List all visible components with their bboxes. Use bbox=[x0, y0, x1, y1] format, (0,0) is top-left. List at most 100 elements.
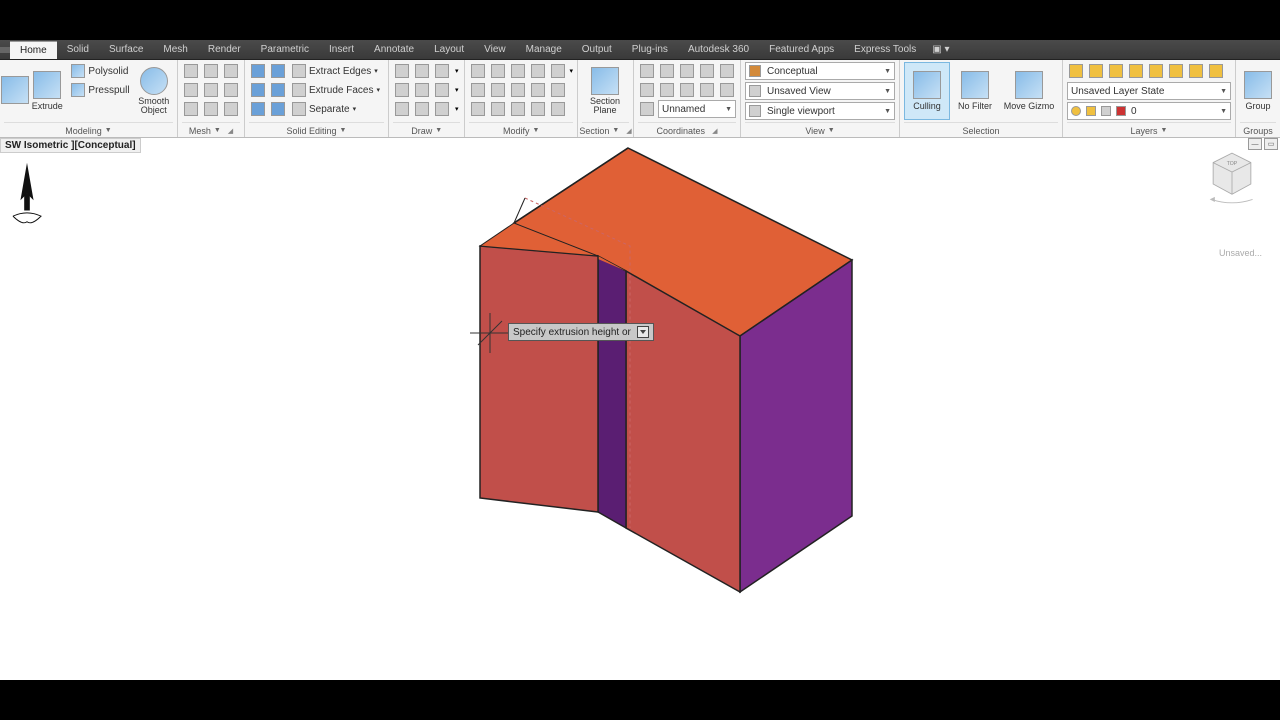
dynamic-input-options-icon[interactable] bbox=[637, 326, 649, 338]
lay-b7[interactable] bbox=[1187, 63, 1205, 79]
mesh-btn-6[interactable] bbox=[222, 82, 240, 98]
mod-b5[interactable] bbox=[549, 63, 567, 79]
panel-draw-label[interactable]: Draw▼ bbox=[393, 122, 461, 137]
poly-btn[interactable] bbox=[393, 101, 411, 117]
lay-b6[interactable] bbox=[1167, 63, 1185, 79]
viewport-dropdown[interactable]: Single viewport▼ bbox=[745, 102, 895, 120]
tab-a360[interactable]: Autodesk 360 bbox=[678, 41, 759, 58]
viewcube[interactable]: TOP bbox=[1202, 148, 1262, 208]
ucs-b11[interactable] bbox=[638, 101, 656, 117]
stretch-btn[interactable] bbox=[469, 101, 487, 117]
lay-b3[interactable] bbox=[1107, 63, 1125, 79]
ucs-b7[interactable] bbox=[658, 82, 676, 98]
layer-dropdown[interactable]: 0 ▼ bbox=[1067, 102, 1231, 120]
panel-modeling-label[interactable]: Modeling▼ bbox=[4, 122, 173, 137]
hatch-btn[interactable] bbox=[433, 101, 451, 117]
mirror-btn[interactable] bbox=[489, 82, 507, 98]
mesh-btn-3[interactable] bbox=[222, 63, 240, 79]
tab-layout[interactable]: Layout bbox=[424, 41, 474, 58]
mesh-btn-1[interactable] bbox=[182, 63, 200, 79]
se-b6[interactable] bbox=[269, 101, 287, 117]
ucs-b4[interactable] bbox=[698, 63, 716, 79]
array-btn[interactable] bbox=[509, 101, 527, 117]
panel-mesh-label[interactable]: Mesh▼◢ bbox=[182, 122, 240, 137]
section-plane-button[interactable]: Section Plane bbox=[582, 62, 628, 120]
app-menu-stub[interactable] bbox=[0, 47, 10, 53]
ellipse-btn[interactable] bbox=[433, 82, 451, 98]
mesh-btn-8[interactable] bbox=[202, 101, 220, 117]
layer-state-dropdown[interactable]: Unsaved Layer State▼ bbox=[1067, 82, 1231, 100]
tab-insert[interactable]: Insert bbox=[319, 41, 364, 58]
tab-mesh[interactable]: Mesh bbox=[153, 41, 197, 58]
pline-btn[interactable] bbox=[413, 63, 431, 79]
copy-btn[interactable] bbox=[469, 82, 487, 98]
move-gizmo-button[interactable]: Move Gizmo bbox=[1000, 62, 1058, 120]
tab-surface[interactable]: Surface bbox=[99, 41, 153, 58]
culling-button[interactable]: Culling bbox=[904, 62, 950, 120]
tab-solid[interactable]: Solid bbox=[57, 41, 99, 58]
tab-manage[interactable]: Manage bbox=[516, 41, 572, 58]
ucs-name-dropdown[interactable]: Unnamed▼ bbox=[658, 100, 736, 118]
tab-annotate[interactable]: Annotate bbox=[364, 41, 424, 58]
lay-b2[interactable] bbox=[1087, 63, 1105, 79]
lay-b4[interactable] bbox=[1127, 63, 1145, 79]
tab-extra-icon[interactable]: ▣ ▾ bbox=[926, 41, 955, 58]
panel-coords-label[interactable]: Coordinates◢ bbox=[638, 122, 736, 137]
se-b1[interactable] bbox=[249, 63, 267, 79]
panel-modify-label[interactable]: Modify▼ bbox=[469, 122, 573, 137]
mod-b8[interactable] bbox=[529, 82, 547, 98]
ucs-b1[interactable] bbox=[638, 63, 656, 79]
extract-edges-button[interactable]: Extract Edges▾ bbox=[289, 62, 383, 80]
line-btn[interactable] bbox=[393, 63, 411, 79]
panel-layers-label[interactable]: Layers▼ bbox=[1067, 122, 1231, 137]
mesh-btn-5[interactable] bbox=[202, 82, 220, 98]
circle-btn[interactable] bbox=[393, 82, 411, 98]
trim-btn[interactable] bbox=[509, 63, 527, 79]
ucs-b5[interactable] bbox=[718, 63, 736, 79]
ucs-b6[interactable] bbox=[638, 82, 656, 98]
panel-section-label[interactable]: Section▼◢ bbox=[582, 122, 629, 137]
polysolid-button[interactable]: Polysolid bbox=[68, 62, 132, 80]
presspull-button[interactable]: Presspull bbox=[68, 81, 132, 99]
fillet-btn[interactable] bbox=[509, 82, 527, 98]
tab-home[interactable]: Home bbox=[10, 41, 57, 59]
se-b5[interactable] bbox=[249, 101, 267, 117]
tab-parametric[interactable]: Parametric bbox=[251, 41, 319, 58]
mesh-btn-9[interactable] bbox=[222, 101, 240, 117]
panel-solid-editing-label[interactable]: Solid Editing▼ bbox=[249, 122, 384, 137]
mod-b13[interactable] bbox=[549, 101, 567, 117]
rect-btn[interactable] bbox=[413, 82, 431, 98]
mesh-btn-4[interactable] bbox=[182, 82, 200, 98]
tab-output[interactable]: Output bbox=[572, 41, 622, 58]
lay-b8[interactable] bbox=[1207, 63, 1225, 79]
panel-view-label[interactable]: View▼ bbox=[745, 122, 895, 137]
smooth-object-button[interactable]: Smooth Object bbox=[135, 62, 173, 120]
ucs-b8[interactable] bbox=[678, 82, 696, 98]
dynamic-input-prompt[interactable]: Specify extrusion height or bbox=[508, 323, 654, 341]
visual-style-dropdown[interactable]: Conceptual▼ bbox=[745, 62, 895, 80]
extrude-button[interactable]: Extrude bbox=[28, 62, 66, 120]
extrude-faces-button[interactable]: Extrude Faces▾ bbox=[289, 81, 383, 99]
ucs-b10[interactable] bbox=[718, 82, 736, 98]
rotate-btn[interactable] bbox=[489, 63, 507, 79]
spline-btn[interactable] bbox=[413, 101, 431, 117]
tab-plugins[interactable]: Plug-ins bbox=[622, 41, 678, 58]
mesh-btn-2[interactable] bbox=[202, 63, 220, 79]
tab-featured[interactable]: Featured Apps bbox=[759, 41, 844, 58]
group-button[interactable]: Group bbox=[1240, 62, 1276, 120]
arc-btn[interactable] bbox=[433, 63, 451, 79]
se-b4[interactable] bbox=[269, 82, 287, 98]
mod-b12[interactable] bbox=[529, 101, 547, 117]
lay-b5[interactable] bbox=[1147, 63, 1165, 79]
se-b3[interactable] bbox=[249, 82, 267, 98]
no-filter-button[interactable]: No Filter bbox=[952, 62, 998, 120]
mod-b9[interactable] bbox=[549, 82, 567, 98]
mesh-btn-7[interactable] bbox=[182, 101, 200, 117]
separate-button[interactable]: Separate▾ bbox=[289, 100, 383, 118]
box-button[interactable] bbox=[4, 62, 26, 120]
mod-b4[interactable] bbox=[529, 63, 547, 79]
ucs-b9[interactable] bbox=[698, 82, 716, 98]
scale-btn[interactable] bbox=[489, 101, 507, 117]
ucs-b3[interactable] bbox=[678, 63, 696, 79]
se-b2[interactable] bbox=[269, 63, 287, 79]
